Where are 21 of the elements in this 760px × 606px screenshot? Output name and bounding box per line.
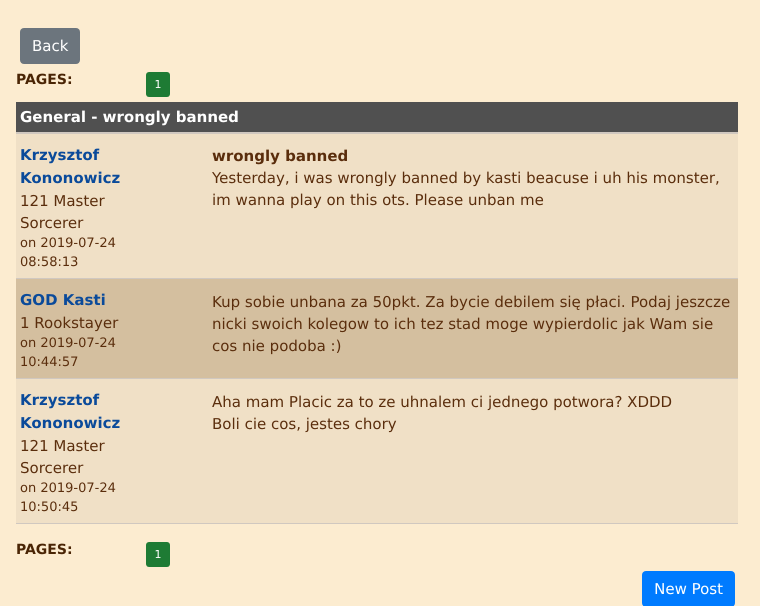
page-link[interactable]: 1	[146, 72, 170, 97]
pages-label: PAGES:	[16, 72, 74, 88]
author-rank: 1 Rookstayer	[20, 313, 120, 334]
thread-header: General - wrongly banned	[16, 102, 738, 134]
post-text: Kup sobie unbana za 50pkt. Za bycie debilem się płaci. Podaj jeszcze nicki swoich kolegow to ich tez stad moge wypierdolic jak Wam sie cos nie podoba :)	[212, 292, 732, 357]
author-link[interactable]: GOD Kasti	[20, 289, 140, 312]
post-text: Boli cie cos, jestes chory	[212, 414, 398, 435]
author-rank: 121 Master Sorcerer	[20, 436, 106, 479]
new-post-button[interactable]: New Post	[642, 571, 735, 606]
author-link[interactable]: Krzysztof Kononowicz	[20, 389, 140, 435]
page-link[interactable]: 1	[146, 542, 170, 567]
author-rank: 121 Master Sorcerer	[20, 191, 106, 234]
pages-label: PAGES:	[16, 542, 74, 558]
author-link[interactable]: Krzysztof Kononowicz	[20, 144, 140, 190]
post-text: Aha mam Placic za to ze uhnalem ci jednego potwora? XDDD	[212, 392, 674, 413]
post-title: wrongly banned	[212, 146, 350, 167]
post-text: Yesterday, i was wrongly banned by kasti beacuse i uh his monster, im wanna play on this ots. Please unban me	[212, 168, 721, 211]
post-date: on 2019-07-24 10:50:45	[20, 480, 117, 517]
post-date: on 2019-07-24 08:58:13	[20, 235, 117, 272]
post-date: on 2019-07-24 10:44:57	[20, 335, 117, 372]
back-button[interactable]: Back	[20, 28, 80, 64]
